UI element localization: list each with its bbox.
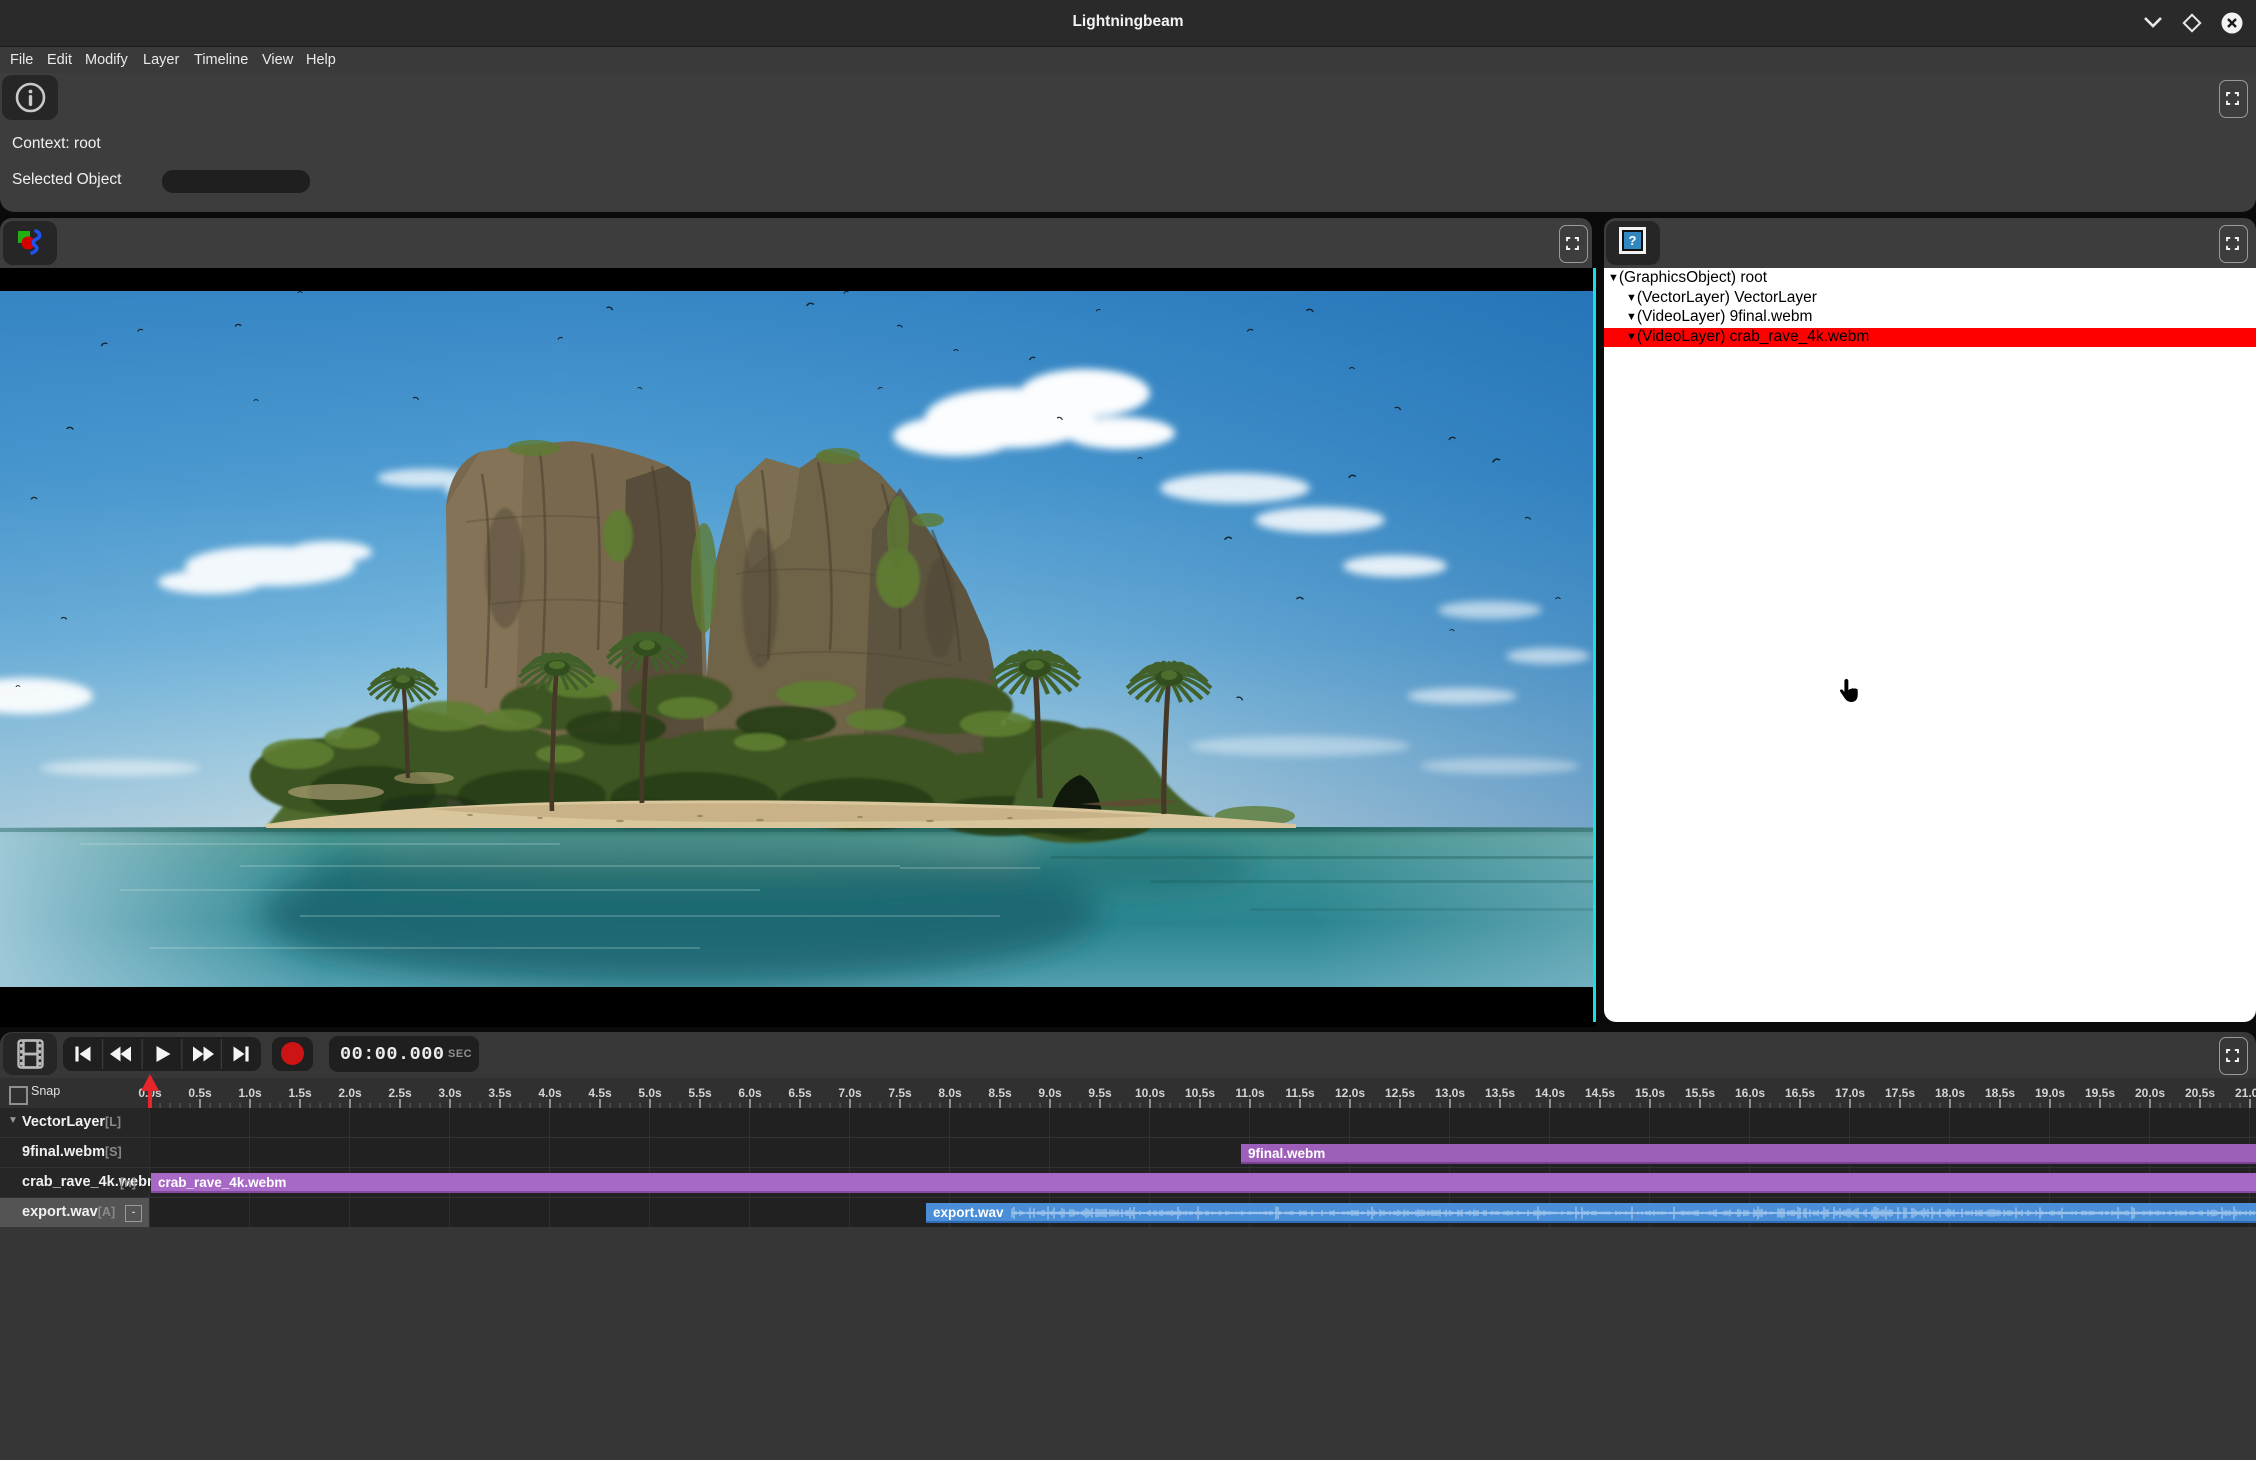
svg-text:3.5s: 3.5s xyxy=(488,1086,512,1100)
svg-text:18.5s: 18.5s xyxy=(1985,1086,2015,1100)
svg-text:1.5s: 1.5s xyxy=(288,1086,312,1100)
svg-text:9.0s: 9.0s xyxy=(1038,1086,1062,1100)
svg-text:5.0s: 5.0s xyxy=(638,1086,662,1100)
svg-text:15.0s: 15.0s xyxy=(1635,1086,1665,1100)
svg-text:6.0s: 6.0s xyxy=(738,1086,762,1100)
svg-text:12.0s: 12.0s xyxy=(1335,1086,1365,1100)
svg-text:7.0s: 7.0s xyxy=(838,1086,862,1100)
svg-text:2.0s: 2.0s xyxy=(338,1086,362,1100)
svg-text:5.5s: 5.5s xyxy=(688,1086,712,1100)
svg-text:1.0s: 1.0s xyxy=(238,1086,262,1100)
svg-text:14.0s: 14.0s xyxy=(1535,1086,1565,1100)
svg-text:7.5s: 7.5s xyxy=(888,1086,912,1100)
svg-text:11.5s: 11.5s xyxy=(1285,1086,1315,1100)
svg-text:8.0s: 8.0s xyxy=(938,1086,962,1100)
svg-text:18.0s: 18.0s xyxy=(1935,1086,1965,1100)
svg-text:0.5s: 0.5s xyxy=(188,1086,212,1100)
svg-text:15.5s: 15.5s xyxy=(1685,1086,1715,1100)
svg-text:19.5s: 19.5s xyxy=(2085,1086,2115,1100)
svg-text:12.5s: 12.5s xyxy=(1385,1086,1415,1100)
svg-text:10.5s: 10.5s xyxy=(1185,1086,1215,1100)
svg-text:4.5s: 4.5s xyxy=(588,1086,612,1100)
svg-text:16.0s: 16.0s xyxy=(1735,1086,1765,1100)
svg-text:17.5s: 17.5s xyxy=(1885,1086,1915,1100)
svg-text:11.0s: 11.0s xyxy=(1235,1086,1265,1100)
svg-text:6.5s: 6.5s xyxy=(788,1086,812,1100)
svg-text:20.0s: 20.0s xyxy=(2135,1086,2165,1100)
svg-text:20.5s: 20.5s xyxy=(2185,1086,2215,1100)
svg-text:9.5s: 9.5s xyxy=(1088,1086,1112,1100)
svg-text:13.5s: 13.5s xyxy=(1485,1086,1515,1100)
svg-text:13.0s: 13.0s xyxy=(1435,1086,1465,1100)
svg-text:19.0s: 19.0s xyxy=(2035,1086,2065,1100)
svg-text:16.5s: 16.5s xyxy=(1785,1086,1815,1100)
svg-text:17.0s: 17.0s xyxy=(1835,1086,1865,1100)
svg-text:4.0s: 4.0s xyxy=(538,1086,562,1100)
svg-text:3.0s: 3.0s xyxy=(438,1086,462,1100)
svg-text:14.5s: 14.5s xyxy=(1585,1086,1615,1100)
svg-text:8.5s: 8.5s xyxy=(988,1086,1012,1100)
svg-text:10.0s: 10.0s xyxy=(1135,1086,1165,1100)
svg-text:2.5s: 2.5s xyxy=(388,1086,412,1100)
svg-text:21.0s: 21.0s xyxy=(2235,1086,2256,1100)
